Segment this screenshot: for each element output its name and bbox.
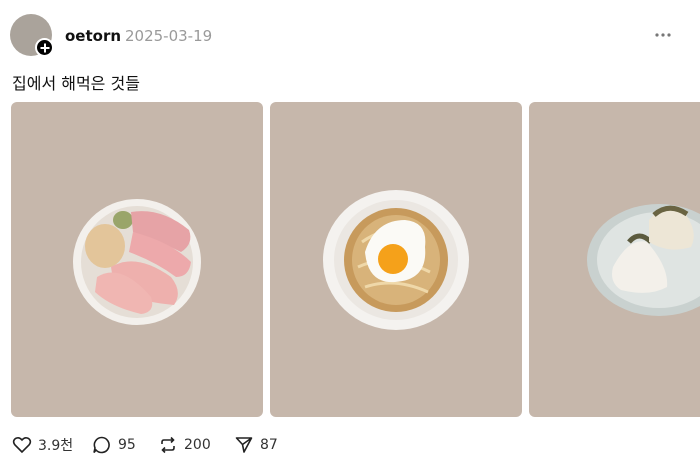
follow-plus-icon[interactable] — [35, 38, 54, 57]
photo-yellowtail-bowl[interactable] — [11, 102, 263, 417]
repost-button[interactable]: 200 — [158, 434, 211, 456]
share-count: 87 — [260, 437, 278, 453]
comment-count: 95 — [118, 437, 136, 453]
photo-onigiri[interactable] — [529, 102, 700, 417]
post-header: oetorn 2025-03-19 — [10, 14, 690, 58]
username[interactable]: oetorn — [65, 27, 121, 45]
heart-icon — [12, 436, 32, 454]
repost-count: 200 — [184, 437, 211, 453]
post-text: 집에서 해먹은 것들 — [12, 74, 140, 93]
like-count: 3.9천 — [38, 438, 74, 454]
like-button[interactable]: 3.9천 — [12, 434, 73, 456]
repost-icon — [161, 436, 175, 454]
more-options-icon[interactable] — [654, 26, 672, 44]
photo-gallery[interactable] — [11, 102, 700, 417]
post-date: 2025-03-19 — [125, 27, 213, 45]
comment-button[interactable]: 95 — [92, 434, 136, 456]
comment-icon — [93, 436, 110, 454]
send-icon — [235, 437, 253, 453]
share-button[interactable]: 87 — [234, 434, 278, 456]
photo-fried-egg-noodles[interactable] — [270, 102, 522, 417]
